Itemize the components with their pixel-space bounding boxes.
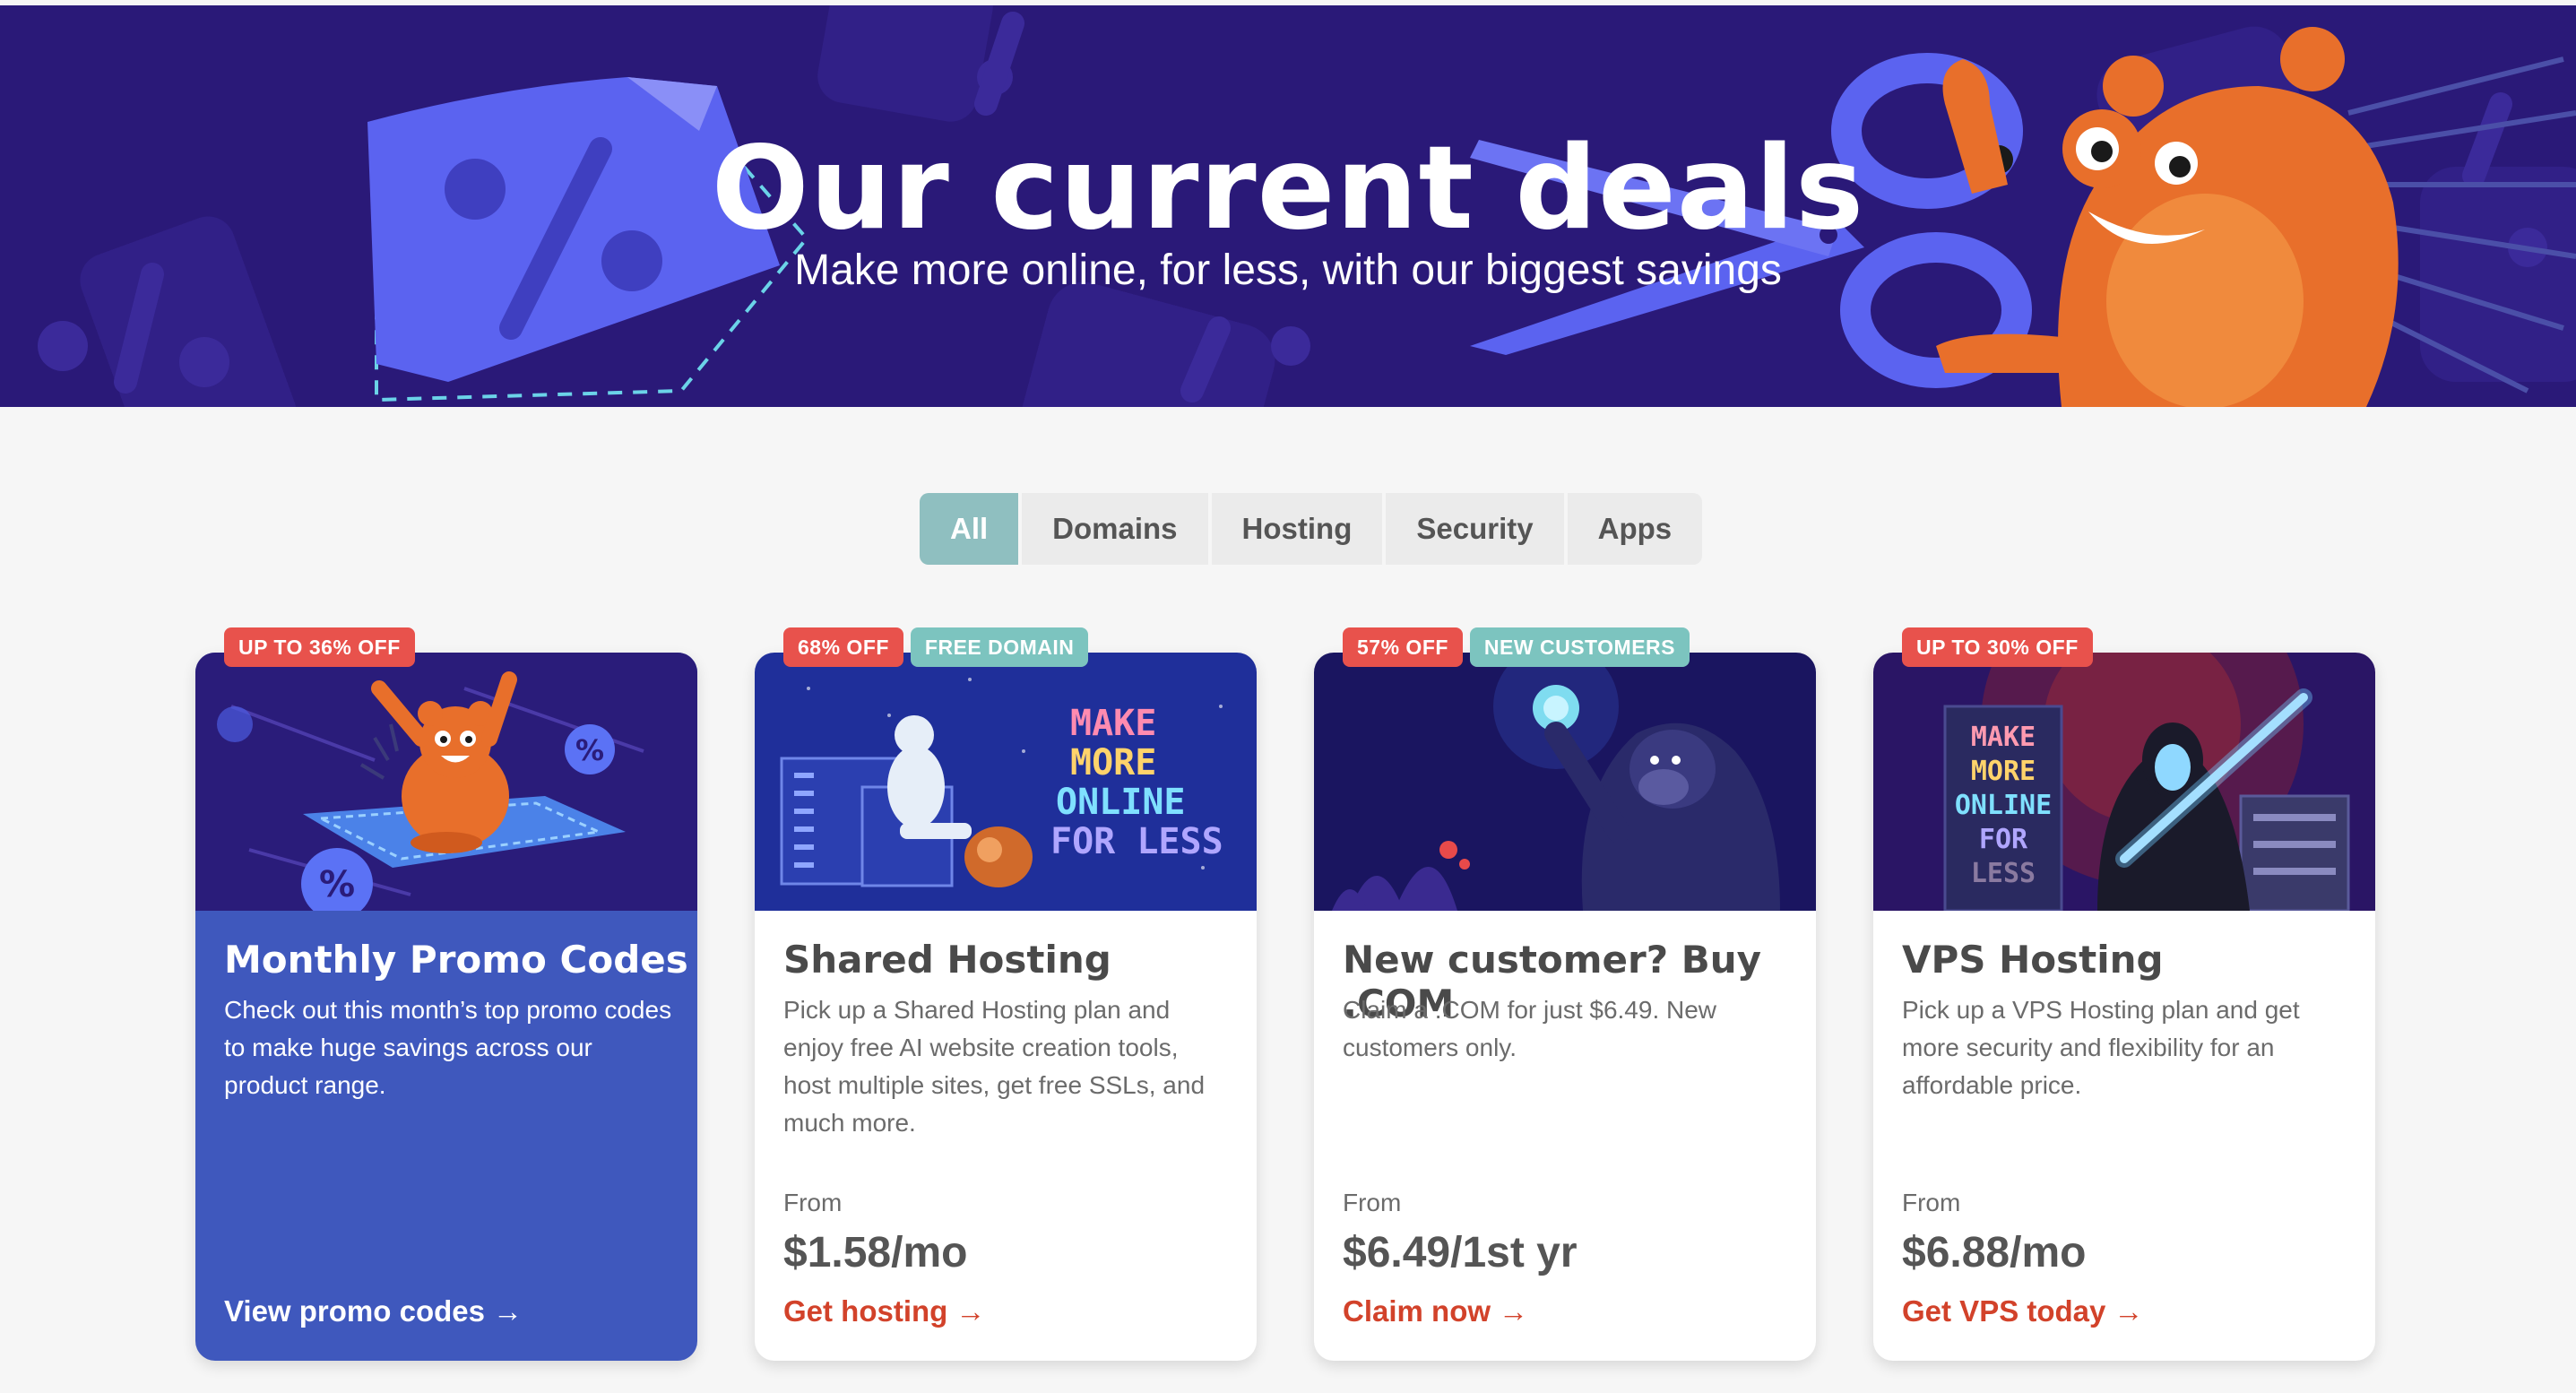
sign-line: MORE	[1971, 756, 2036, 787]
svg-text:%: %	[575, 733, 604, 767]
tab-apps[interactable]: Apps	[1567, 493, 1703, 565]
svg-text:%: %	[319, 864, 355, 905]
tab-hosting[interactable]: Hosting	[1211, 493, 1383, 565]
deal-badges: UP TO 36% OFF	[224, 627, 415, 667]
tab-security[interactable]: Security	[1386, 493, 1564, 565]
tab-all[interactable]: All	[920, 493, 1019, 565]
tab-domains[interactable]: Domains	[1022, 493, 1208, 565]
sign-line: MORE	[1070, 742, 1156, 783]
view-promo-codes-link[interactable]: View promo codes →	[224, 1294, 523, 1328]
new-customers-badge: NEW CUSTOMERS	[1469, 627, 1690, 667]
deal-card-promo-codes[interactable]: UP TO 36% OFF % % Monthly Promo Codes Ch…	[195, 627, 697, 1361]
shared-hosting-illustration: MAKE MORE ONLINE FOR LESS	[755, 653, 1257, 911]
deal-description: Claim a .COM for just $6.49. New custome…	[1343, 996, 1717, 1061]
deal-badges: 68% OFF FREE DOMAIN	[783, 627, 1089, 667]
promo-illustration: % %	[195, 653, 697, 911]
deal-filter-tabs: All Domains Hosting Security Apps	[920, 493, 1703, 565]
deal-description: Check out this month’s top promo codes t…	[224, 996, 672, 1099]
deal-title: VPS Hosting	[1902, 938, 2164, 982]
page-title: Our current deals	[711, 122, 1865, 255]
deal-badges: UP TO 30% OFF	[1902, 627, 2093, 667]
deal-card-shared-hosting[interactable]: 68% OFF FREE DOMAIN MAKE MORE ONLINE FOR…	[755, 627, 1257, 1361]
deal-badges: 57% OFF NEW CUSTOMERS	[1343, 627, 1690, 667]
hero-banner: Our current deals Make more online, for …	[0, 5, 2576, 407]
claim-now-link[interactable]: Claim now →	[1343, 1294, 1528, 1328]
deal-description: Pick up a VPS Hosting plan and get more …	[1902, 996, 2300, 1099]
discount-badge: UP TO 30% OFF	[1902, 627, 2093, 667]
sign-line: LESS	[1971, 858, 2036, 889]
deal-description: Pick up a Shared Hosting plan and enjoy …	[783, 996, 1206, 1137]
sign-line: FOR	[1979, 824, 2028, 855]
sign-line: MAKE	[1971, 722, 2036, 753]
sign-line: FOR LESS	[1050, 821, 1223, 862]
deal-price: $6.88/mo	[1902, 1229, 2087, 1276]
get-vps-link[interactable]: Get VPS today →	[1902, 1294, 2144, 1328]
deal-title: Monthly Promo Codes	[224, 938, 688, 982]
deal-card-vps-hosting[interactable]: UP TO 30% OFF MAKE MORE ONLINE FOR LESS …	[1873, 627, 2375, 1361]
sign-line: ONLINE	[1056, 782, 1186, 823]
price-prefix: From	[783, 1189, 843, 1216]
deal-price: $6.49/1st yr	[1343, 1229, 1578, 1276]
discount-badge: 57% OFF	[1343, 627, 1463, 667]
price-prefix: From	[1902, 1189, 1961, 1216]
price-prefix: From	[1343, 1189, 1402, 1216]
sign-line: MAKE	[1070, 703, 1156, 744]
deal-price: $1.58/mo	[783, 1229, 968, 1276]
vps-illustration: MAKE MORE ONLINE FOR LESS	[1873, 653, 2375, 911]
deal-card-new-customer-com[interactable]: 57% OFF NEW CUSTOMERS New customer? Buy …	[1314, 627, 1816, 1361]
free-domain-badge: FREE DOMAIN	[910, 627, 1089, 667]
discount-badge: UP TO 36% OFF	[224, 627, 415, 667]
gorilla-illustration	[1314, 653, 1816, 911]
get-hosting-link[interactable]: Get hosting →	[783, 1294, 986, 1328]
deal-title: Shared Hosting	[783, 938, 1111, 982]
discount-badge: 68% OFF	[783, 627, 903, 667]
page-subtitle: Make more online, for less, with our big…	[794, 247, 1782, 294]
sign-line: ONLINE	[1955, 790, 2052, 821]
